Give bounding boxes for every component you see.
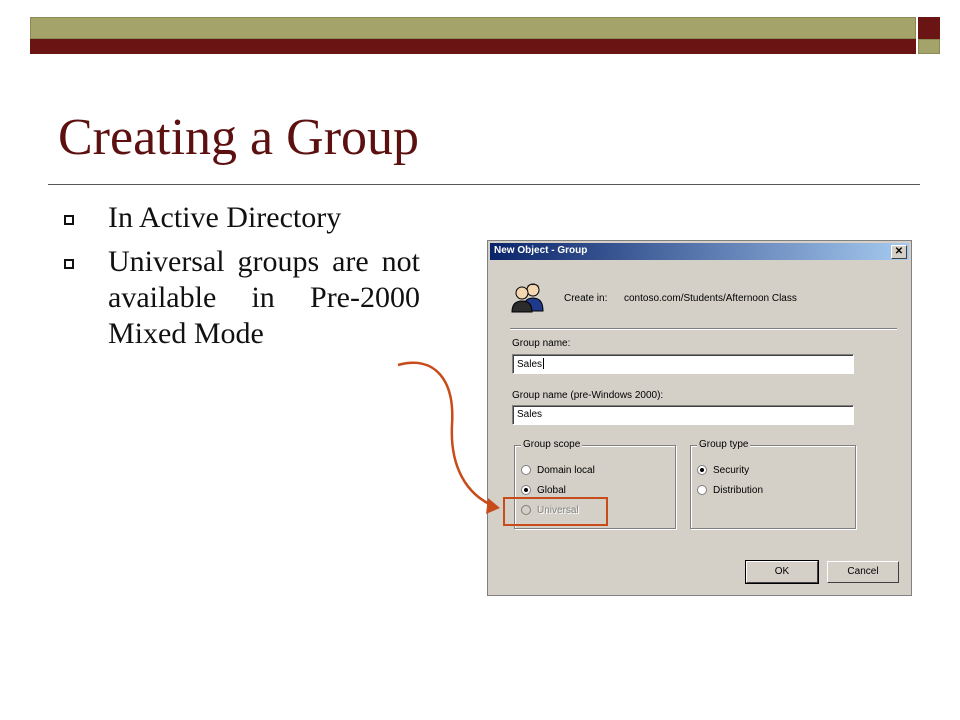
radio-circle[interactable]: [697, 485, 707, 495]
square-bullet-icon: [64, 215, 74, 225]
corner-square-maroon: [918, 17, 940, 39]
title-underline: [48, 184, 920, 185]
dialog-title: New Object - Group: [494, 245, 588, 256]
text-caret: [543, 358, 545, 369]
group-type-title: Group type: [697, 439, 751, 450]
radio-label: Global: [537, 484, 566, 496]
group-users-icon: [511, 283, 544, 313]
radio-global[interactable]: Global: [521, 483, 566, 497]
radio-distribution[interactable]: Distribution: [697, 483, 763, 497]
corner-square-olive: [918, 39, 940, 54]
close-button[interactable]: ✕: [891, 245, 907, 259]
square-bullet-icon: [64, 259, 74, 269]
annotation-arrow-icon: [397, 361, 500, 514]
radio-label: Security: [713, 464, 750, 476]
bullet-text: Universal groups are not available in Pr…: [108, 245, 420, 350]
create-in-label: Create in:: [564, 293, 608, 304]
radio-circle[interactable]: [521, 465, 531, 475]
group-name-input[interactable]: Sales: [512, 354, 854, 374]
dialog-titlebar[interactable]: New Object - Group ✕: [490, 243, 909, 260]
group-scope-title: Group scope: [521, 439, 583, 450]
top-band-maroon: [30, 39, 916, 54]
top-band-olive: [30, 17, 916, 39]
new-object-group-dialog: New Object - Group ✕ Create in: contoso.…: [487, 240, 912, 596]
ok-button[interactable]: OK: [745, 560, 819, 584]
group-name-label: Group name:: [512, 338, 571, 349]
cancel-button[interactable]: Cancel: [827, 561, 899, 583]
bullet-item: In Active Directory: [60, 200, 420, 236]
bullet-list: In Active Directory Universal groups are…: [60, 200, 420, 360]
group-type-box: Group type Security Distribution: [690, 439, 856, 529]
radio-label: Distribution: [713, 484, 764, 496]
bullet-text: In Active Directory: [108, 201, 342, 234]
pre2000-name-label: Group name (pre-Windows 2000):: [512, 390, 664, 401]
radio-label: Domain local: [537, 464, 595, 476]
close-icon: ✕: [894, 246, 904, 257]
radio-security[interactable]: Security: [697, 463, 749, 477]
create-in-path: contoso.com/Students/Afternoon Class: [624, 293, 797, 304]
slide-title: Creating a Group: [58, 109, 420, 166]
separator-line: [510, 328, 897, 330]
radio-circle[interactable]: [697, 465, 707, 475]
radio-circle[interactable]: [521, 485, 531, 495]
pre2000-name-input[interactable]: Sales: [512, 405, 854, 425]
group-name-value: Sales: [517, 359, 543, 370]
radio-domain-local[interactable]: Domain local: [521, 463, 595, 477]
pre2000-name-value: Sales: [517, 409, 543, 420]
bullet-item: Universal groups are not available in Pr…: [60, 244, 420, 352]
